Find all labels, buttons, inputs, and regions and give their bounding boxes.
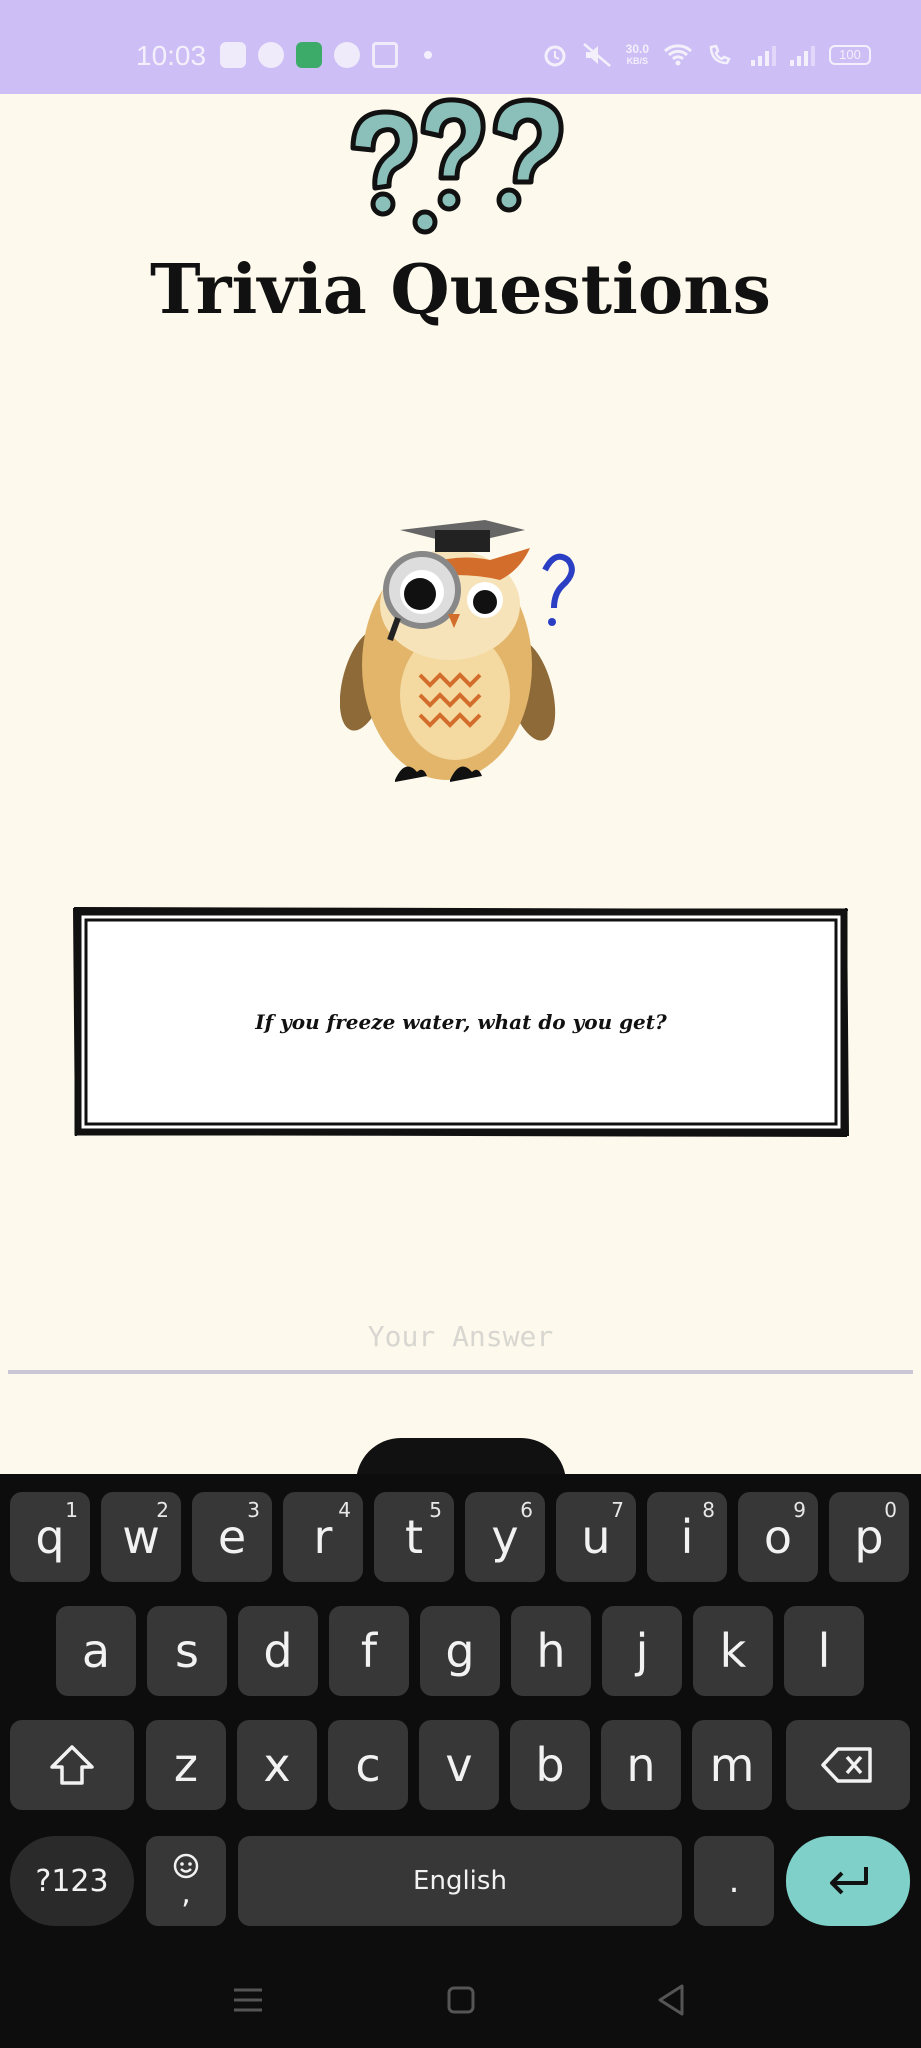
key-number-hint: 5 (429, 1498, 442, 1522)
owl-mascot-illustration (340, 520, 575, 782)
key-number-hint: 4 (338, 1498, 351, 1522)
page-title: Trivia Questions (150, 250, 771, 330)
key-a[interactable]: a (56, 1606, 136, 1696)
key-label: t (404, 1510, 424, 1564)
gmail-icon (372, 42, 398, 68)
key-label: y (491, 1510, 519, 1564)
key-number-hint: 0 (884, 1498, 897, 1522)
key-x[interactable]: x (237, 1720, 317, 1810)
key-number-hint: 8 (702, 1498, 715, 1522)
key-h[interactable]: h (511, 1606, 591, 1696)
space-key[interactable]: English (238, 1836, 682, 1926)
notification-icons (220, 42, 432, 68)
key-label: q (35, 1510, 65, 1564)
enter-key[interactable] (786, 1836, 910, 1926)
key-label: w (122, 1510, 160, 1564)
period-key[interactable]: . (694, 1836, 774, 1926)
key-r[interactable]: 4r (283, 1492, 363, 1582)
backspace-key[interactable] (786, 1720, 910, 1810)
wifi-calling-icon (709, 44, 731, 65)
backspace-icon (821, 1747, 872, 1783)
symbols-key[interactable]: ?123 (10, 1836, 134, 1926)
answer-field[interactable] (8, 1310, 913, 1376)
key-l[interactable]: l (784, 1606, 864, 1696)
system-icons: 30.0 KB/S 100 (542, 42, 871, 68)
key-number-hint: 3 (247, 1498, 260, 1522)
question-text: If you freeze water, what do you get? (255, 1010, 667, 1034)
game-controller-icon (220, 42, 246, 68)
wifi-icon (663, 44, 693, 66)
key-g[interactable]: g (420, 1606, 500, 1696)
signal-icon (790, 44, 815, 66)
question-card: If you freeze water, what do you get? (72, 906, 850, 1138)
key-m[interactable]: m (692, 1720, 772, 1810)
key-z[interactable]: z (146, 1720, 226, 1810)
key-y[interactable]: 6y (465, 1492, 545, 1582)
shift-key[interactable] (10, 1720, 134, 1810)
network-speed: 30.0 KB/S (625, 42, 649, 66)
shift-icon (50, 1745, 94, 1785)
key-n[interactable]: n (601, 1720, 681, 1810)
signal-icon (751, 44, 776, 66)
key-i[interactable]: 8i (647, 1492, 727, 1582)
navigation-bar (0, 1960, 921, 2048)
key-number-hint: 9 (793, 1498, 806, 1522)
messenger-icon (258, 42, 284, 68)
key-label: i (680, 1510, 694, 1564)
key-w[interactable]: 2w (101, 1492, 181, 1582)
question-marks-illustration (350, 97, 564, 235)
key-v[interactable]: v (419, 1720, 499, 1810)
back-icon[interactable] (656, 1980, 686, 2020)
key-c[interactable]: c (328, 1720, 408, 1810)
key-u[interactable]: 7u (556, 1492, 636, 1582)
key-k[interactable]: k (693, 1606, 773, 1696)
key-label: e (217, 1510, 247, 1564)
comma-label: , (181, 1876, 191, 1911)
battery-icon: 100 (829, 45, 871, 65)
emoji-comma-key[interactable]: , (146, 1836, 226, 1926)
answer-input[interactable] (8, 1310, 913, 1362)
key-j[interactable]: j (602, 1606, 682, 1696)
alarm-icon (544, 45, 566, 67)
key-number-hint: 1 (65, 1498, 78, 1522)
key-number-hint: 7 (611, 1498, 624, 1522)
menu-icon[interactable] (232, 1980, 264, 2020)
key-number-hint: 2 (156, 1498, 169, 1522)
key-o[interactable]: 9o (738, 1492, 818, 1582)
more-notifications-icon (424, 51, 432, 59)
key-b[interactable]: b (510, 1720, 590, 1810)
key-d[interactable]: d (238, 1606, 318, 1696)
key-label: p (854, 1510, 884, 1564)
key-p[interactable]: 0p (829, 1492, 909, 1582)
key-f[interactable]: f (329, 1606, 409, 1696)
status-bar: 10:03 30.0 KB/S 100 (0, 0, 921, 94)
messages-icon (296, 42, 322, 68)
key-e[interactable]: 3e (192, 1492, 272, 1582)
answer-underline (8, 1370, 913, 1374)
key-q[interactable]: 1q (10, 1492, 90, 1582)
home-icon[interactable] (446, 1980, 476, 2020)
key-label: r (313, 1510, 333, 1564)
mute-icon (582, 43, 611, 67)
status-time: 10:03 (136, 40, 207, 71)
enter-icon (830, 1867, 868, 1895)
key-label: o (763, 1510, 793, 1564)
key-s[interactable]: s (147, 1606, 227, 1696)
key-label: u (581, 1510, 611, 1564)
reddit-icon (334, 42, 360, 68)
key-t[interactable]: 5t (374, 1492, 454, 1582)
key-number-hint: 6 (520, 1498, 533, 1522)
